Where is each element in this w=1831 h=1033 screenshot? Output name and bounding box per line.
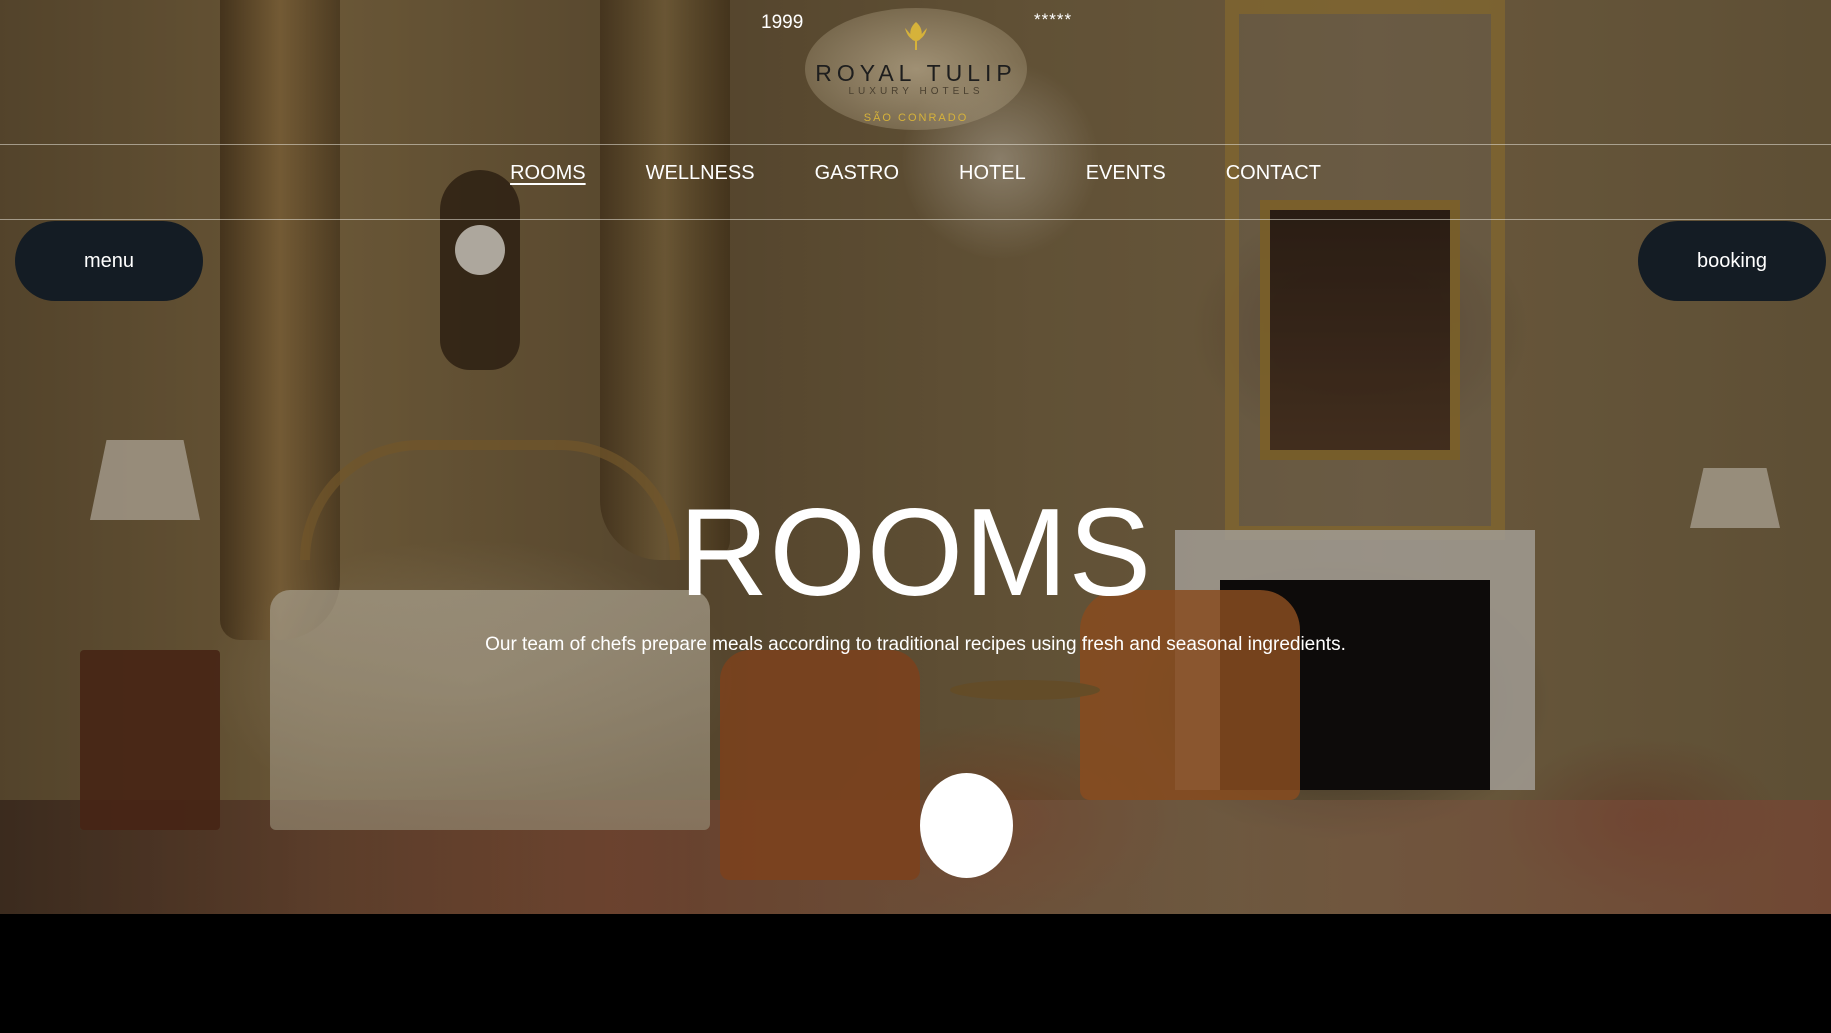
nav-item-hotel[interactable]: HOTEL <box>959 162 1026 185</box>
nav-item-gastro[interactable]: GASTRO <box>815 162 899 185</box>
nav-divider-bottom <box>0 219 1831 220</box>
star-rating: ***** <box>1034 10 1073 29</box>
royal-tulip-logo[interactable]: ROYAL TULIP LUXURY HOTELS SÃO CONRADO <box>805 8 1027 130</box>
menu-button[interactable]: menu <box>15 221 203 301</box>
nav-divider-top <box>0 144 1831 145</box>
logo-name: ROYAL TULIP <box>815 60 1017 86</box>
founded-year: 1999 <box>761 12 804 33</box>
tulip-icon <box>905 22 927 50</box>
hero-subtitle: Our team of chefs prepare meals accordin… <box>485 634 1346 655</box>
page-title: ROOMS <box>678 484 1153 622</box>
hero-background-image <box>0 0 1831 914</box>
nav-item-events[interactable]: EVENTS <box>1086 162 1166 185</box>
hero-overlay <box>0 0 1831 914</box>
booking-button[interactable]: booking <box>1638 221 1826 301</box>
nav-item-wellness[interactable]: WELLNESS <box>646 162 755 185</box>
logo-subtitle: LUXURY HOTELS <box>848 86 984 97</box>
nav-item-contact[interactable]: CONTACT <box>1226 162 1321 185</box>
main-nav: ROOMS WELLNESS GASTRO HOTEL EVENTS CONTA… <box>0 162 1831 185</box>
nav-item-rooms[interactable]: ROOMS <box>510 162 586 185</box>
logo-location: SÃO CONRADO <box>863 112 969 124</box>
scroll-indicator[interactable] <box>920 773 1013 878</box>
